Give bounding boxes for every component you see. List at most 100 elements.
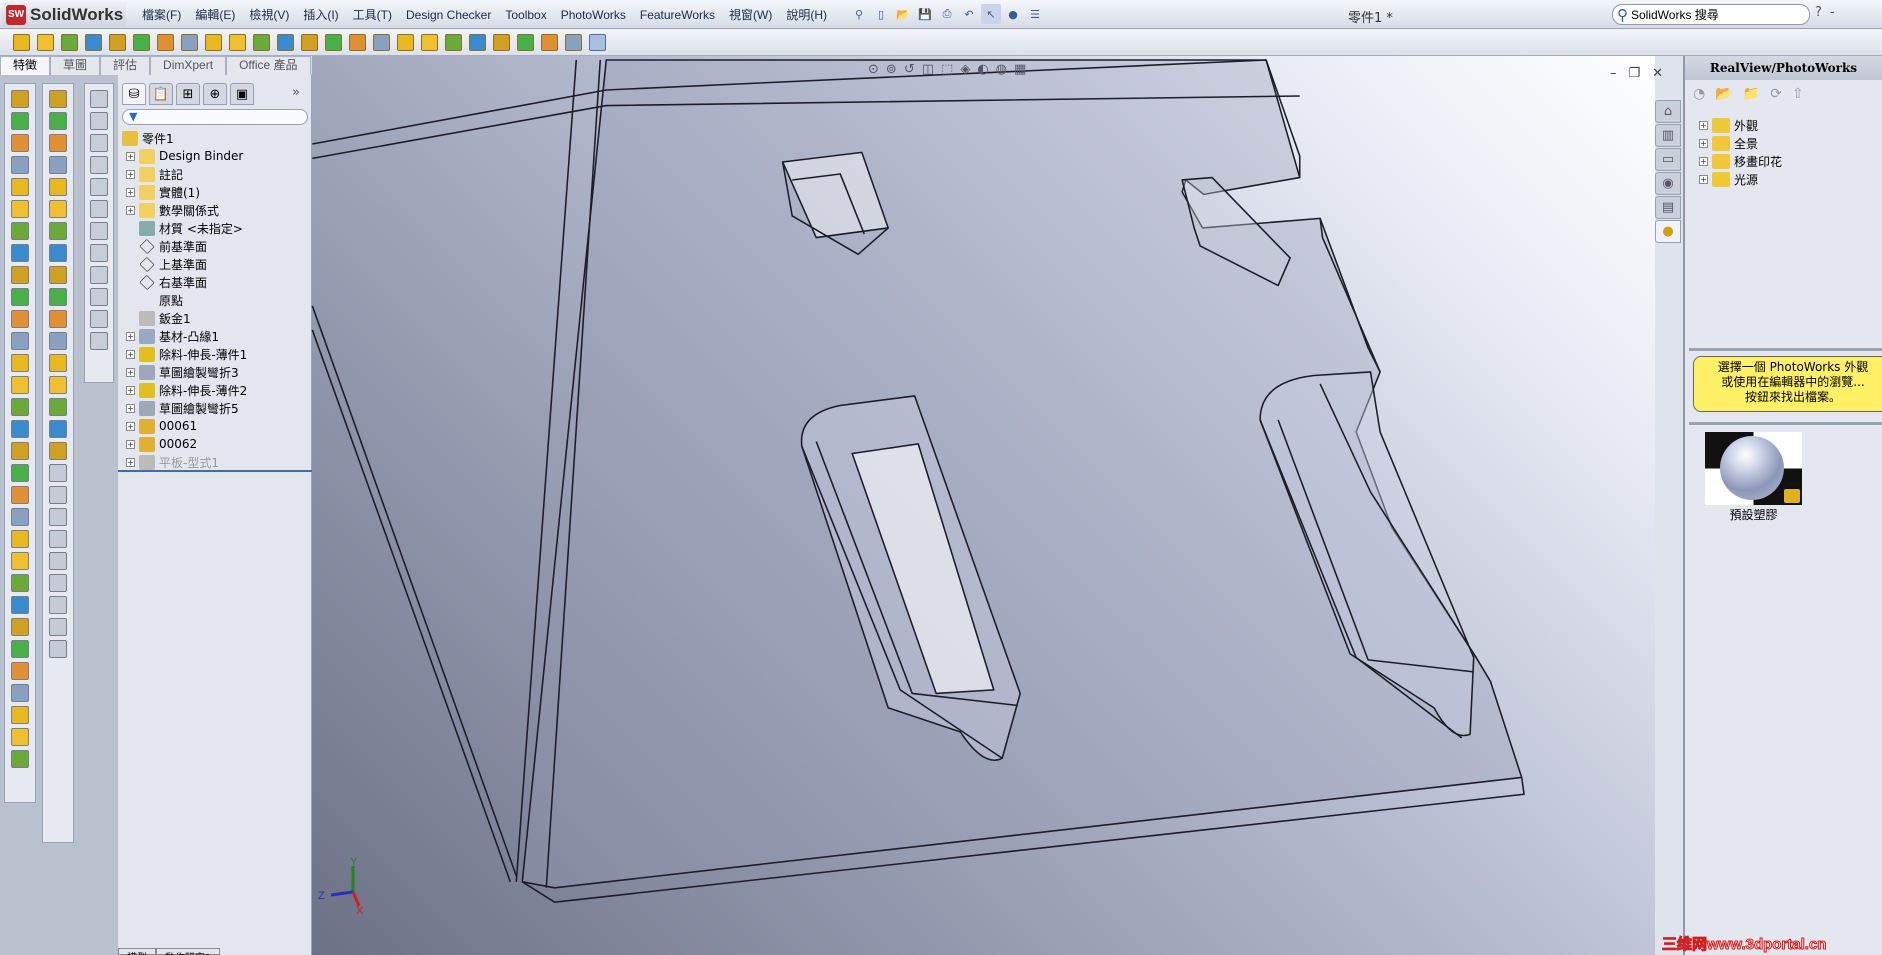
lofted-bend-icon[interactable] bbox=[11, 134, 29, 152]
equations-icon[interactable] bbox=[90, 310, 108, 328]
tree-item[interactable]: 右基準面 bbox=[120, 273, 310, 291]
splitter[interactable] bbox=[1689, 422, 1882, 425]
fix-icon[interactable] bbox=[49, 618, 67, 636]
tab-icon[interactable] bbox=[11, 552, 29, 570]
appearance-swatch[interactable] bbox=[1705, 432, 1802, 505]
expand-toggle[interactable]: + bbox=[126, 367, 135, 377]
revolved-boss-icon[interactable] bbox=[37, 33, 54, 51]
search-input[interactable]: ⚲ SolidWorks 搜尋 bbox=[1612, 4, 1810, 25]
options-icon[interactable]: ☰ bbox=[1025, 4, 1045, 24]
solidworks-logo[interactable]: SW SolidWorks bbox=[2, 2, 126, 27]
view5-icon[interactable] bbox=[90, 178, 108, 196]
rebuild-icon[interactable]: ● bbox=[1003, 4, 1023, 24]
simple-hole-icon[interactable] bbox=[11, 596, 29, 614]
edit-appearance-icon[interactable]: ◍ bbox=[996, 62, 1007, 77]
miter-flange-icon[interactable] bbox=[11, 178, 29, 196]
expand-toggle[interactable]: + bbox=[126, 169, 135, 179]
view3-icon[interactable] bbox=[90, 134, 108, 152]
deform-icon[interactable] bbox=[517, 33, 534, 51]
expand-toggle[interactable]: + bbox=[126, 331, 135, 341]
featuremanager-tab[interactable]: ⛁ bbox=[122, 83, 146, 105]
rib-icon[interactable] bbox=[301, 33, 318, 51]
tree-item[interactable]: + 基材-凸緣1 bbox=[120, 327, 310, 345]
horizontal-dim-icon[interactable] bbox=[49, 486, 67, 504]
home-icon[interactable]: ⌂ bbox=[1655, 100, 1681, 123]
new-folder-icon[interactable]: 📂 bbox=[1715, 86, 1732, 102]
configurationmanager-tab[interactable]: ⊞ bbox=[176, 83, 200, 105]
bottom-tab-0[interactable]: 模型 bbox=[118, 948, 156, 955]
unfold-icon[interactable] bbox=[11, 354, 29, 372]
swept-boss-icon[interactable] bbox=[61, 33, 78, 51]
undercut-icon[interactable] bbox=[49, 244, 67, 262]
fillet-icon[interactable] bbox=[229, 33, 246, 51]
cross-break-icon[interactable] bbox=[11, 266, 29, 284]
smart-dimension-icon[interactable] bbox=[90, 266, 108, 284]
refresh-icon[interactable]: ⟳ bbox=[1770, 86, 1782, 102]
dimension-icon[interactable] bbox=[49, 442, 67, 460]
menu-1[interactable]: 編輯(E) bbox=[188, 6, 242, 23]
tree-item[interactable]: + Design Binder bbox=[120, 147, 310, 165]
restore-window-icon[interactable]: ❐ bbox=[1629, 66, 1641, 81]
tree-item[interactable]: 鈑金1 bbox=[120, 309, 310, 327]
dome-icon[interactable] bbox=[397, 33, 414, 51]
zoom-area-icon[interactable]: ⊚ bbox=[886, 62, 897, 77]
rollback-bar[interactable] bbox=[118, 470, 312, 472]
help-button[interactable]: ? bbox=[1815, 5, 1822, 20]
file-explorer-icon[interactable]: ◉ bbox=[1655, 172, 1681, 195]
extruded-cut-icon[interactable] bbox=[109, 33, 126, 51]
extruded-boss-icon[interactable] bbox=[13, 33, 30, 51]
ruled-surface-icon[interactable] bbox=[49, 156, 67, 174]
bottom-tab-1[interactable]: 動作研究1 bbox=[156, 948, 221, 955]
flatten-icon[interactable] bbox=[11, 398, 29, 416]
menu-3[interactable]: 插入(I) bbox=[296, 6, 345, 23]
mirror2-icon[interactable] bbox=[11, 706, 29, 724]
mirror-icon[interactable] bbox=[421, 33, 438, 51]
fold2-icon[interactable] bbox=[11, 662, 29, 680]
insert-bends-icon[interactable] bbox=[11, 464, 29, 482]
vent-icon[interactable] bbox=[11, 508, 29, 526]
sketched-bend-icon[interactable] bbox=[11, 244, 29, 262]
hole-wizard-icon[interactable] bbox=[133, 33, 150, 51]
tree-item[interactable]: + 草圖繪製彎折5 bbox=[120, 399, 310, 417]
planar-surface-icon[interactable] bbox=[49, 332, 67, 350]
design-library-icon[interactable]: ▭ bbox=[1655, 148, 1681, 171]
minimize-button[interactable]: - bbox=[1830, 5, 1835, 20]
tree-item[interactable]: + 數學關係式 bbox=[120, 201, 310, 219]
view4-icon[interactable] bbox=[90, 156, 108, 174]
revolved-cut-icon[interactable] bbox=[157, 33, 174, 51]
extend-icon[interactable] bbox=[49, 420, 67, 438]
shell-icon[interactable] bbox=[349, 33, 366, 51]
tree-filter-input[interactable]: ▼ bbox=[122, 109, 308, 125]
rip-icon[interactable] bbox=[11, 442, 29, 460]
flex-icon[interactable] bbox=[565, 33, 582, 51]
view-orientation-icon[interactable]: ⬚ bbox=[941, 62, 953, 77]
break-corner-icon[interactable] bbox=[11, 332, 29, 350]
expand-toggle[interactable]: + bbox=[1699, 174, 1708, 184]
tree-item[interactable]: 上基準面 bbox=[120, 255, 310, 273]
forming-tool-icon[interactable] bbox=[11, 486, 29, 504]
swept-cut-icon[interactable] bbox=[181, 33, 198, 51]
expand-toggle[interactable]: + bbox=[126, 187, 135, 197]
design-table-icon[interactable] bbox=[90, 332, 108, 350]
view-palette-icon[interactable]: ▤ bbox=[1655, 196, 1681, 219]
trim-icon[interactable] bbox=[49, 398, 67, 416]
base-flange-icon[interactable] bbox=[11, 90, 29, 108]
tree-item[interactable]: + 草圖繪製彎折3 bbox=[120, 363, 310, 381]
command-tab-4[interactable]: Office 產品 bbox=[226, 56, 311, 75]
vent2-icon[interactable] bbox=[11, 618, 29, 636]
lofted-cut-icon[interactable] bbox=[205, 33, 222, 51]
hide-show-icon[interactable]: ◐ bbox=[977, 62, 988, 77]
menu-8[interactable]: FeatureWorks bbox=[633, 8, 722, 22]
expand-toggle[interactable]: + bbox=[126, 439, 135, 449]
photoworks-tree-item[interactable]: + 移畫印花 bbox=[1693, 152, 1882, 170]
command-tab-1[interactable]: 草圖 bbox=[50, 56, 101, 75]
sketch-icon[interactable] bbox=[90, 244, 108, 262]
photoworks-tree-item[interactable]: + 全景 bbox=[1693, 134, 1882, 152]
save-icon[interactable]: 💾 bbox=[915, 4, 935, 24]
command-tab-3[interactable]: DimXpert bbox=[150, 56, 227, 75]
view6-icon[interactable] bbox=[90, 200, 108, 218]
menu-5[interactable]: Design Checker bbox=[399, 8, 498, 22]
appearances-icon[interactable]: ● bbox=[1655, 220, 1681, 243]
mold-tools-icon[interactable] bbox=[11, 750, 29, 768]
undo-icon[interactable]: ↶ bbox=[959, 4, 979, 24]
